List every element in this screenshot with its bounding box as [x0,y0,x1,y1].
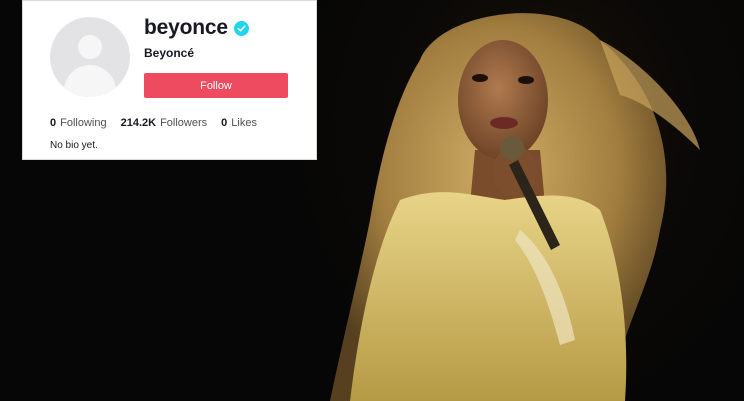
nickname: Beyoncé [144,46,195,60]
profile-bio: No bio yet. [50,140,98,151]
profile-card: beyonce Beyoncé Follow 0 Following 214.2… [22,0,317,160]
stat-likes-value: 0 [221,117,228,129]
avatar-head-shape [78,35,102,59]
profile-stats: 0 Following 214.2K Followers 0 Likes [50,117,271,129]
stat-likes: 0 Likes [221,117,257,129]
avatar-shoulders-shape [64,65,116,97]
stat-likes-label: Likes [231,117,257,129]
stat-following[interactable]: 0 Following [50,117,107,129]
username: beyonce [144,16,228,39]
follow-button[interactable]: Follow [144,73,288,98]
verified-check-icon [233,20,249,36]
stat-following-value: 0 [50,117,57,129]
stat-following-label: Following [60,117,107,129]
stat-followers-label: Followers [160,117,208,129]
default-avatar-icon[interactable] [50,17,130,97]
username-row: beyonce [144,15,249,41]
stat-followers-value: 214.2K [120,117,157,129]
stat-followers[interactable]: 214.2K Followers [121,117,208,129]
